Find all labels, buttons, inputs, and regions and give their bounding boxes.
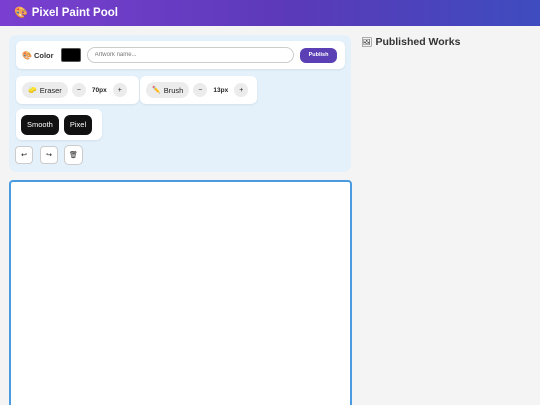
color-label: 🎨 Color — [22, 51, 54, 60]
color-publish-bar: 🎨 Color Publish — [16, 41, 345, 69]
redo-icon: ↪ — [46, 152, 52, 159]
color-label-text: Color — [33, 50, 54, 60]
brush-control: ✏️ Brush − 13px + — [140, 76, 257, 104]
redo-button[interactable]: ↪ — [40, 146, 58, 164]
eraser-size-decrease-button[interactable]: − — [71, 83, 86, 97]
artwork-name-input[interactable] — [86, 47, 295, 63]
undo-button[interactable]: ↩ — [15, 146, 33, 164]
brush-button[interactable]: ✏️ Brush — [146, 82, 190, 98]
eraser-label: Eraser — [39, 85, 62, 95]
publish-button[interactable]: Publish — [300, 47, 337, 63]
published-works-heading: 🖼 Published Works — [361, 36, 460, 48]
pencil-icon: ✏️ — [152, 87, 161, 94]
eraser-button[interactable]: 🧽 Eraser — [22, 82, 68, 98]
trash-icon: 🗑 — [69, 152, 78, 159]
eraser-size-increase-button[interactable]: + — [112, 83, 127, 97]
app-title: Pixel Paint Pool — [31, 7, 118, 19]
brush-size-value: 13px — [213, 86, 229, 94]
clear-canvas-button[interactable]: 🗑 — [64, 145, 83, 165]
eraser-size-value: 70px — [91, 86, 107, 94]
color-picker[interactable] — [60, 48, 81, 62]
mode-selector: Smooth Pixel — [16, 109, 102, 140]
brush-size-decrease-button[interactable]: − — [193, 83, 208, 97]
drawing-canvas[interactable] — [9, 180, 352, 405]
eraser-icon: 🧽 — [28, 87, 37, 94]
app-header: 🎨 Pixel Paint Pool — [0, 0, 540, 26]
eraser-control: 🧽 Eraser − 70px + — [16, 76, 139, 104]
palette-icon: 🎨 — [14, 6, 28, 19]
tool-panel: 🎨 Color Publish 🧽 Eraser − 70px + ✏️ Bru… — [9, 35, 351, 172]
smooth-mode-button[interactable]: Smooth — [21, 114, 59, 135]
published-works-title: Published Works — [375, 36, 461, 48]
picture-frame-icon: 🖼 — [361, 36, 373, 47]
undo-icon: ↩ — [21, 152, 27, 159]
palette-icon: 🎨 — [22, 50, 32, 60]
brush-size-increase-button[interactable]: + — [234, 83, 249, 97]
brush-label: Brush — [163, 85, 184, 95]
pixel-mode-button[interactable]: Pixel — [63, 114, 93, 135]
